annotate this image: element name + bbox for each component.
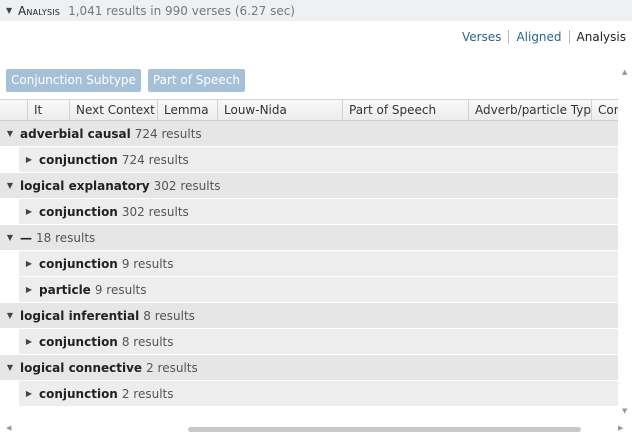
row-label: conjunction xyxy=(39,256,118,271)
triangle-right-icon[interactable]: ▶ xyxy=(19,389,39,398)
vertical-scrollbar[interactable]: ▲ ▼ xyxy=(620,64,630,424)
column-header-part-of-speech[interactable]: Part of Speech xyxy=(343,100,469,120)
row-count: 302 results xyxy=(153,178,221,193)
group-row[interactable]: ▼ logical inferential 8 results xyxy=(0,303,618,329)
row-label: logical connective xyxy=(20,360,143,375)
row-count: 2 results xyxy=(121,386,174,401)
group-pill-conjunction-subtype[interactable]: Conjunction Subtype xyxy=(6,69,141,92)
view-tabs: Verses Aligned Analysis xyxy=(455,28,626,46)
column-header-adverb-particle-type[interactable]: Adverb/particle Type xyxy=(469,100,592,120)
column-header-expander xyxy=(0,100,28,120)
row-label: conjunction xyxy=(39,204,118,219)
row-count: 724 results xyxy=(134,126,202,141)
triangle-right-icon[interactable]: ▶ xyxy=(19,337,39,346)
subgroup-row[interactable]: ▶ conjunction 9 results xyxy=(19,251,618,277)
column-header-item[interactable]: It xyxy=(28,100,70,120)
column-header-row: It Next Context Lemma Louw-Nida Part of … xyxy=(0,99,618,121)
column-header-louw-nida[interactable]: Louw-Nida xyxy=(218,100,343,120)
subgroup-row[interactable]: ▶ conjunction 724 results xyxy=(19,147,618,173)
subgroup-row[interactable]: ▶ conjunction 8 results xyxy=(19,329,618,355)
row-count: 8 results xyxy=(143,308,195,323)
scroll-right-icon[interactable]: ▶ xyxy=(618,424,623,432)
scroll-up-icon[interactable]: ▲ xyxy=(622,68,627,76)
triangle-right-icon[interactable]: ▶ xyxy=(19,259,39,268)
row-label: conjunction xyxy=(39,152,118,167)
triangle-right-icon[interactable]: ▶ xyxy=(19,155,39,164)
row-label: logical inferential xyxy=(20,308,140,323)
subgroup-row[interactable]: ▶ particle 9 results xyxy=(19,277,618,303)
row-count: 9 results xyxy=(121,256,174,271)
scroll-left-icon[interactable]: ◀ xyxy=(6,424,11,432)
column-header-con[interactable]: Con xyxy=(592,100,618,120)
row-count: 18 results xyxy=(36,230,96,245)
panel-title: Analysis xyxy=(18,3,61,18)
group-row[interactable]: ▼ logical connective 2 results xyxy=(0,355,618,381)
collapse-triangle-icon[interactable]: ▼ xyxy=(6,6,14,15)
group-row[interactable]: ▼ — 18 results xyxy=(0,225,618,251)
results-summary: 1,041 results in 990 verses (6.27 sec) xyxy=(68,3,295,18)
row-count: 8 results xyxy=(121,334,174,349)
triangle-right-icon[interactable]: ▶ xyxy=(19,207,39,216)
row-label: adverbial causal xyxy=(20,126,131,141)
column-header-next-context[interactable]: Next Context xyxy=(70,100,158,120)
row-label: logical explanatory xyxy=(20,178,150,193)
results-tree: ▼ adverbial causal 724 results ▶ conjunction… xyxy=(0,121,618,407)
row-label: — xyxy=(20,230,32,245)
triangle-down-icon[interactable]: ▼ xyxy=(0,363,20,372)
tab-verses[interactable]: Verses xyxy=(455,30,510,44)
triangle-down-icon[interactable]: ▼ xyxy=(0,233,20,242)
row-count: 724 results xyxy=(121,152,189,167)
subgroup-row[interactable]: ▶ conjunction 2 results xyxy=(19,381,618,407)
scroll-down-icon[interactable]: ▼ xyxy=(622,407,627,415)
analysis-header[interactable]: ▼ Analysis 1,041 results in 990 verses (… xyxy=(0,0,632,21)
horizontal-scroll-thumb[interactable] xyxy=(188,427,581,432)
triangle-down-icon[interactable]: ▼ xyxy=(0,129,20,138)
row-label: conjunction xyxy=(39,334,118,349)
triangle-down-icon[interactable]: ▼ xyxy=(0,311,20,320)
horizontal-scrollbar[interactable]: ◀ ▶ xyxy=(0,423,632,435)
group-pill-part-of-speech[interactable]: Part of Speech xyxy=(147,69,246,92)
row-label: particle xyxy=(39,282,91,297)
triangle-down-icon[interactable]: ▼ xyxy=(0,181,20,190)
tab-analysis[interactable]: Analysis xyxy=(570,30,626,44)
row-count: 2 results xyxy=(146,360,198,375)
row-count: 302 results xyxy=(121,204,189,219)
column-header-lemma[interactable]: Lemma xyxy=(158,100,218,120)
group-row[interactable]: ▼ logical explanatory 302 results xyxy=(0,173,618,199)
triangle-right-icon[interactable]: ▶ xyxy=(19,285,39,294)
tab-aligned[interactable]: Aligned xyxy=(509,30,570,44)
row-label: conjunction xyxy=(39,386,118,401)
row-count: 9 results xyxy=(94,282,147,297)
group-row[interactable]: ▼ adverbial causal 724 results xyxy=(0,121,618,147)
group-by-pills: Conjunction Subtype Part of Speech xyxy=(6,69,246,92)
subgroup-row[interactable]: ▶ conjunction 302 results xyxy=(19,199,618,225)
